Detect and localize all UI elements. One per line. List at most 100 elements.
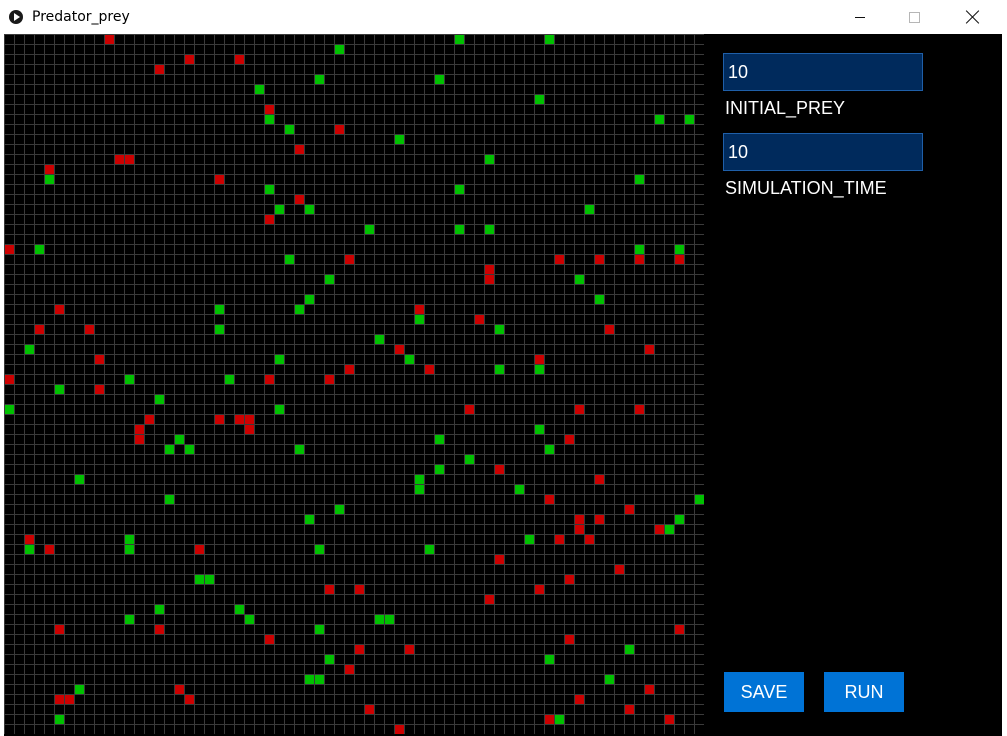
prey-cell (435, 435, 444, 444)
predator-cell (325, 585, 334, 594)
predator-cell (605, 325, 614, 334)
title-bar: Predator_prey (0, 0, 1007, 34)
prey-cell (225, 375, 234, 384)
prey-cell (295, 305, 304, 314)
predator-cell (585, 535, 594, 544)
prey-cell (625, 645, 634, 654)
predator-cell (595, 515, 604, 524)
predator-cell (545, 495, 554, 504)
predator-cell (485, 595, 494, 604)
initial-prey-label: INITIAL_PREY (725, 98, 846, 118)
predator-cell (485, 275, 494, 284)
predator-cell (465, 405, 474, 414)
predator-cell (345, 665, 354, 674)
predator-cell (105, 35, 114, 44)
prey-cell (305, 515, 314, 524)
prey-cell (545, 655, 554, 664)
prey-cell (395, 135, 404, 144)
predator-cell (245, 425, 254, 434)
prey-cell (455, 35, 464, 44)
prey-cell (485, 225, 494, 234)
predator-cell (575, 405, 584, 414)
prey-cell (425, 545, 434, 554)
predator-cell (635, 405, 644, 414)
prey-cell (695, 495, 704, 504)
prey-cell (305, 675, 314, 684)
prey-cell (465, 455, 474, 464)
predator-cell (535, 585, 544, 594)
prey-cell (365, 225, 374, 234)
prey-cell (335, 505, 344, 514)
predator-cell (395, 345, 404, 354)
predator-cell (545, 715, 554, 724)
predator-cell (175, 685, 184, 694)
window-border (1002, 34, 1007, 736)
prey-cell (585, 205, 594, 214)
prey-cell (5, 405, 14, 414)
initial-prey-input[interactable]: 10 (723, 53, 923, 91)
predator-cell (115, 155, 124, 164)
maximize-button[interactable] (891, 0, 937, 34)
simulation-grid[interactable] (4, 34, 704, 734)
predator-cell (675, 625, 684, 634)
prey-cell (675, 245, 684, 254)
predator-cell (665, 715, 674, 724)
predator-cell (625, 505, 634, 514)
prey-cell (245, 615, 254, 624)
prey-cell (75, 475, 84, 484)
minimize-button[interactable] (837, 0, 883, 34)
prey-cell (335, 45, 344, 54)
predator-cell (415, 305, 424, 314)
predator-cell (565, 435, 574, 444)
predator-cell (345, 365, 354, 374)
prey-cell (305, 295, 314, 304)
prey-cell (195, 575, 204, 584)
predator-cell (55, 695, 64, 704)
prey-cell (255, 85, 264, 94)
prey-cell (375, 615, 384, 624)
predator-cell (185, 695, 194, 704)
predator-cell (325, 375, 334, 384)
prey-cell (125, 545, 134, 554)
prey-cell (265, 185, 274, 194)
close-button[interactable] (950, 0, 996, 34)
predator-cell (575, 515, 584, 524)
prey-cell (315, 75, 324, 84)
prey-cell (575, 275, 584, 284)
predator-cell (365, 705, 374, 714)
prey-cell (415, 485, 424, 494)
predator-cell (555, 535, 564, 544)
predator-cell (95, 355, 104, 364)
window-title: Predator_prey (32, 9, 130, 25)
run-button[interactable]: RUN (824, 672, 904, 712)
prey-cell (275, 355, 284, 364)
simulation-time-input[interactable]: 10 (723, 133, 923, 171)
predator-cell (295, 195, 304, 204)
predator-cell (85, 325, 94, 334)
prey-cell (545, 445, 554, 454)
predator-cell (65, 695, 74, 704)
predator-cell (35, 325, 44, 334)
prey-cell (285, 255, 294, 264)
prey-cell (315, 625, 324, 634)
prey-cell (55, 385, 64, 394)
predator-cell (245, 415, 254, 424)
predator-cell (215, 415, 224, 424)
prey-cell (185, 445, 194, 454)
prey-cell (125, 615, 134, 624)
predator-cell (645, 685, 654, 694)
app-icon (9, 10, 23, 24)
prey-cell (125, 535, 134, 544)
prey-cell (635, 175, 644, 184)
predator-cell (425, 365, 434, 374)
minimize-icon (855, 16, 865, 18)
prey-cell (155, 605, 164, 614)
prey-cell (25, 545, 34, 554)
prey-cell (535, 425, 544, 434)
save-button[interactable]: SAVE (724, 672, 804, 712)
predator-cell (405, 645, 414, 654)
prey-cell (555, 715, 564, 724)
prey-cell (25, 345, 34, 354)
close-icon (966, 10, 980, 24)
prey-cell (485, 155, 494, 164)
